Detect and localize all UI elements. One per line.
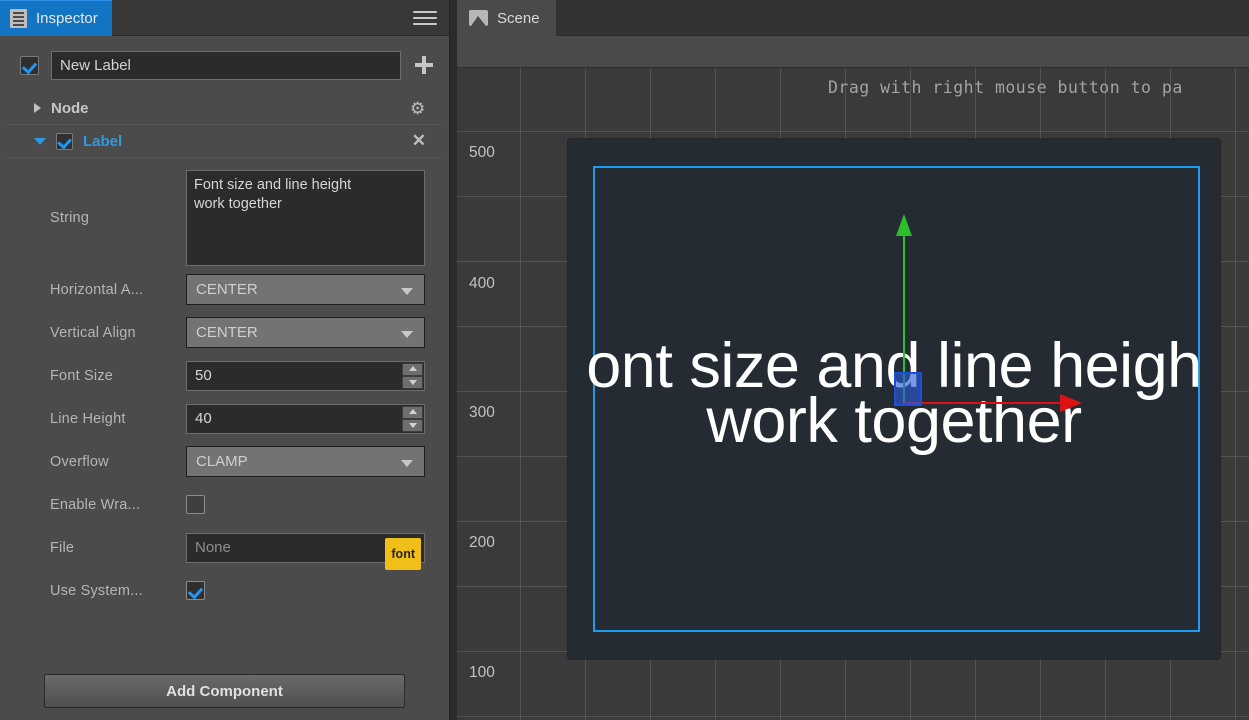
chevron-down-icon bbox=[401, 288, 413, 295]
property-label-horizontal-align: Horizontal A... bbox=[50, 281, 144, 298]
property-label-enable-wrap: Enable Wra... bbox=[50, 496, 141, 513]
spin-down-icon[interactable] bbox=[402, 375, 423, 389]
ruler-tick-400: 400 bbox=[469, 275, 495, 292]
node-enabled-checkbox[interactable] bbox=[20, 55, 39, 75]
file-asset-value: None bbox=[195, 538, 231, 556]
inspector-tabbar: Inspector bbox=[0, 0, 449, 36]
line-height-stepper[interactable]: 40 bbox=[186, 403, 425, 434]
spin-up-icon[interactable] bbox=[402, 362, 423, 376]
component-title-node: Node bbox=[51, 99, 89, 117]
property-label-vertical-align: Vertical Align bbox=[50, 324, 136, 341]
component-title-label: Label bbox=[83, 132, 123, 150]
node-name-input[interactable]: New Label bbox=[51, 50, 401, 80]
inspector-panel: Inspector New Label Node ⚙ Label ✕ Strin… bbox=[0, 0, 450, 720]
property-label-string: String bbox=[50, 210, 90, 226]
add-component-button[interactable]: Add Component bbox=[44, 674, 405, 708]
property-row-overflow: Overflow CLAMP bbox=[0, 440, 449, 483]
file-asset-field[interactable]: None font bbox=[186, 532, 425, 570]
overflow-select[interactable]: CLAMP bbox=[186, 446, 425, 477]
line-height-spin-buttons[interactable] bbox=[402, 405, 423, 432]
ruler-tick-200: 200 bbox=[469, 534, 495, 551]
font-size-stepper[interactable]: 50 bbox=[186, 360, 425, 391]
scene-panel: Scene Drag with right mouse button to pa… bbox=[457, 0, 1249, 720]
label-enabled-checkbox[interactable] bbox=[56, 132, 73, 150]
chevron-down-icon bbox=[401, 460, 413, 467]
gizmo-center-handle[interactable] bbox=[894, 372, 922, 406]
chevron-down-icon[interactable] bbox=[34, 137, 46, 145]
chevron-right-icon[interactable] bbox=[34, 103, 41, 113]
add-component-area: Add Component bbox=[0, 674, 449, 708]
scene-tabbar: Scene bbox=[457, 0, 1249, 36]
add-icon[interactable] bbox=[413, 54, 435, 76]
property-row-file: File None font bbox=[0, 526, 449, 570]
property-list: String Font size and line height work to… bbox=[0, 158, 449, 612]
font-size-value: 50 bbox=[195, 366, 212, 384]
scene-viewport[interactable]: Drag with right mouse button to pa 500 4… bbox=[457, 68, 1249, 720]
property-row-use-system-font: Use System... bbox=[0, 569, 449, 612]
inspector-body: New Label Node ⚙ Label ✕ String Font siz… bbox=[0, 36, 449, 720]
inspector-icon bbox=[10, 9, 27, 28]
scene-label-text: ont size and line heigh work together bbox=[586, 331, 1202, 456]
line-height-value: 40 bbox=[195, 409, 212, 427]
overflow-value: CLAMP bbox=[196, 453, 248, 470]
vertical-align-select[interactable]: CENTER bbox=[186, 317, 425, 348]
close-icon[interactable]: ✕ bbox=[412, 132, 426, 150]
hamburger-icon[interactable] bbox=[413, 8, 437, 28]
spin-up-icon[interactable] bbox=[402, 405, 423, 419]
vertical-align-value: CENTER bbox=[196, 324, 258, 341]
component-header-label[interactable]: Label ✕ bbox=[6, 125, 443, 158]
horizontal-align-value: CENTER bbox=[196, 281, 258, 298]
node-header-row: New Label bbox=[0, 50, 449, 80]
property-row-vertical-align: Vertical Align CENTER bbox=[0, 311, 449, 354]
tab-inspector-label: Inspector bbox=[36, 10, 98, 27]
font-size-spin-buttons[interactable] bbox=[402, 362, 423, 389]
spin-down-icon[interactable] bbox=[402, 418, 423, 432]
component-header-node[interactable]: Node ⚙ bbox=[6, 92, 443, 125]
property-row-enable-wrap: Enable Wra... bbox=[0, 483, 449, 526]
property-label-file: File bbox=[50, 539, 75, 556]
property-label-font-size: Font Size bbox=[50, 367, 114, 384]
use-system-font-checkbox[interactable] bbox=[186, 581, 205, 600]
horizontal-align-select[interactable]: CENTER bbox=[186, 274, 425, 305]
ruler-tick-500: 500 bbox=[469, 144, 495, 161]
property-row-font-size: Font Size 50 bbox=[0, 354, 449, 397]
scene-toolbar bbox=[457, 36, 1249, 68]
ruler-tick-100: 100 bbox=[469, 664, 495, 681]
tab-scene-label: Scene bbox=[497, 9, 540, 27]
property-row-horizontal-align: Horizontal A... CENTER bbox=[0, 268, 449, 311]
tab-scene[interactable]: Scene bbox=[457, 0, 556, 36]
tab-inspector[interactable]: Inspector bbox=[0, 0, 112, 36]
scene-hint-text: Drag with right mouse button to pa bbox=[828, 78, 1183, 97]
chevron-down-icon bbox=[401, 331, 413, 338]
scene-icon bbox=[469, 10, 488, 26]
enable-wrap-checkbox[interactable] bbox=[186, 495, 205, 514]
property-label-overflow: Overflow bbox=[50, 453, 109, 470]
property-label-use-system-font: Use System... bbox=[50, 582, 143, 599]
app-window: Inspector New Label Node ⚙ Label ✕ Strin… bbox=[0, 0, 1249, 720]
property-row-line-height: Line Height 40 bbox=[0, 397, 449, 440]
property-row-string: String Font size and line height work to… bbox=[0, 168, 449, 268]
gear-icon[interactable]: ⚙ bbox=[410, 100, 427, 117]
string-textarea[interactable]: Font size and line height work together bbox=[186, 170, 425, 266]
gizmo-x-axis-arrow[interactable] bbox=[904, 394, 1082, 412]
font-type-badge: font bbox=[385, 537, 421, 570]
property-label-line-height: Line Height bbox=[50, 410, 126, 427]
scene-canvas[interactable]: ont size and line heigh work together bbox=[568, 139, 1220, 659]
